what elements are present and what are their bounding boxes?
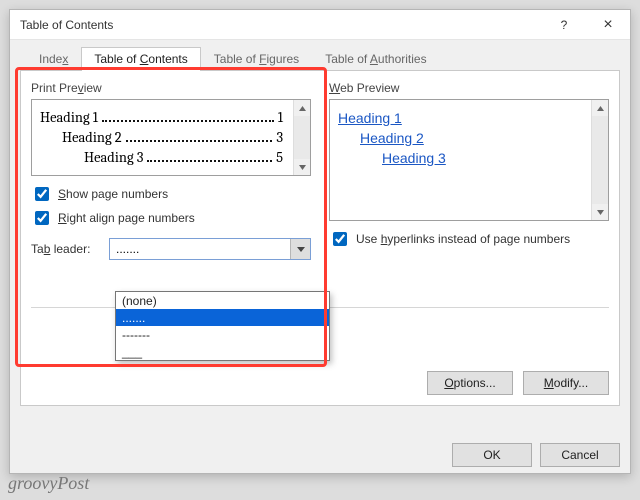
scroll-track[interactable]	[294, 116, 310, 159]
tab-leader-combo[interactable]: .......	[109, 238, 311, 260]
toc-leader	[147, 153, 272, 162]
web-preview-col: Web Preview Heading 1 Heading 2 Heading …	[329, 81, 609, 251]
tab-table-of-contents[interactable]: Table of Contents	[81, 47, 200, 71]
titlebar: Table of Contents ? ×	[10, 10, 630, 40]
toc-leader	[126, 133, 273, 142]
tab-leader-label: Tab leader:	[31, 242, 101, 256]
watermark: groovyPost	[8, 473, 89, 494]
scroll-track[interactable]	[592, 116, 608, 204]
web-link[interactable]: Heading 1	[338, 110, 402, 126]
modify-button[interactable]: Modify...	[523, 371, 609, 395]
toc-title: Heading 3	[84, 149, 143, 166]
print-preview-box: Heading 1 1 Heading 2 3	[31, 99, 311, 176]
web-link-row: Heading 2	[338, 130, 581, 146]
show-page-numbers-check[interactable]: Show page numbers	[31, 184, 311, 204]
toc-title: Heading 1	[40, 109, 98, 126]
toc-row: Heading 2 3	[40, 129, 283, 146]
tab-table-of-figures[interactable]: Table of Figures	[201, 47, 312, 71]
web-preview-scrollbar[interactable]	[591, 100, 608, 220]
panel-buttons: Options... Modify...	[427, 371, 609, 395]
cancel-button[interactable]: Cancel	[540, 443, 620, 467]
show-page-numbers-checkbox[interactable]	[35, 187, 49, 201]
print-preview-col: Print Preview Heading 1 1	[31, 81, 311, 251]
help-icon: ?	[561, 18, 568, 32]
right-align-check[interactable]: Right align page numbers	[31, 208, 311, 228]
tab-panel: Print Preview Heading 1 1	[20, 70, 620, 406]
tab-strip: Index Table of Contents Table of Figures…	[26, 46, 620, 70]
tab-leader-row: Tab leader: .......	[31, 238, 311, 260]
web-preview-box: Heading 1 Heading 2 Heading 3	[329, 99, 609, 221]
combo-dropdown-button[interactable]	[290, 239, 310, 259]
tab-leader-option-dashes[interactable]: -------	[116, 326, 329, 343]
toc-row: Heading 1 1	[40, 109, 283, 126]
window-title: Table of Contents	[20, 18, 113, 32]
scroll-down-icon[interactable]	[294, 159, 310, 175]
tab-leader-option-none[interactable]: (none)	[116, 292, 329, 309]
web-link[interactable]: Heading 3	[382, 150, 446, 166]
tab-leader-option-dots[interactable]: .......	[116, 309, 329, 326]
scroll-up-icon[interactable]	[592, 100, 608, 116]
chevron-down-icon	[296, 244, 306, 254]
help-button[interactable]: ?	[542, 10, 586, 40]
dialog-body: Index Table of Contents Table of Figures…	[10, 40, 630, 473]
tab-index[interactable]: Index	[26, 47, 81, 71]
ok-button[interactable]: OK	[452, 443, 532, 467]
toc-leader	[102, 113, 274, 122]
print-preview-body: Heading 1 1 Heading 2 3	[32, 100, 293, 175]
window-buttons: ? ×	[542, 10, 630, 40]
toc-dialog: Table of Contents ? × Index Table of Con…	[9, 9, 631, 474]
toc-page: 3	[276, 129, 283, 146]
use-hyperlinks-checkbox[interactable]	[333, 232, 347, 246]
scroll-down-icon[interactable]	[592, 204, 608, 220]
screenshot-frame: Table of Contents ? × Index Table of Con…	[0, 0, 640, 500]
dialog-footer: OK Cancel	[452, 443, 620, 467]
tab-table-of-authorities[interactable]: Table of Authorities	[312, 47, 439, 71]
web-link[interactable]: Heading 2	[360, 130, 424, 146]
close-icon: ×	[603, 16, 612, 34]
right-align-checkbox[interactable]	[35, 211, 49, 225]
web-link-row: Heading 3	[338, 150, 581, 166]
toc-row: Heading 3 5	[40, 149, 283, 166]
toc-title: Heading 2	[62, 129, 122, 146]
web-link-row: Heading 1	[338, 110, 581, 126]
toc-page: 1	[278, 109, 283, 126]
print-preview-scrollbar[interactable]	[293, 100, 310, 175]
close-button[interactable]: ×	[586, 10, 630, 40]
print-preview-label: Print Preview	[31, 81, 311, 95]
preview-columns: Print Preview Heading 1 1	[31, 81, 609, 251]
tab-leader-option-underline[interactable]: ___	[116, 343, 329, 360]
options-button[interactable]: Options...	[427, 371, 513, 395]
tab-leader-value: .......	[116, 242, 139, 256]
tab-panel-inner: Print Preview Heading 1 1	[31, 81, 609, 395]
scroll-up-icon[interactable]	[294, 100, 310, 116]
web-preview-label: Web Preview	[329, 81, 609, 95]
toc-page: 5	[276, 149, 283, 166]
use-hyperlinks-check[interactable]: Use hyperlinks instead of page numbers	[329, 229, 609, 249]
tab-leader-dropdown[interactable]: (none) ....... ------- ___	[115, 291, 330, 361]
web-preview-body: Heading 1 Heading 2 Heading 3	[330, 100, 591, 220]
